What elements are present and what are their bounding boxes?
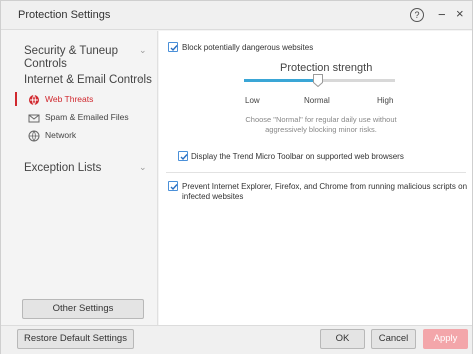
category-exception-lists[interactable]: Exception Lists (24, 162, 101, 175)
close-icon[interactable]: × (456, 6, 464, 21)
active-indicator (15, 92, 17, 106)
slider-thumb[interactable] (313, 74, 323, 87)
sidebar-item-label: Web Threats (45, 94, 94, 104)
slider-fill (244, 79, 320, 82)
sidebar-item-label: Spam & Emailed Files (45, 112, 129, 122)
strength-low-label: Low (245, 96, 260, 105)
window-title: Protection Settings (18, 9, 111, 21)
chevron-up-icon[interactable]: ^ (139, 76, 143, 86)
divider (166, 172, 466, 173)
chevron-down-icon[interactable]: ⌄ (139, 162, 147, 173)
checkmark-icon (180, 154, 188, 161)
checkmark-icon (170, 45, 178, 52)
help-icon[interactable]: ? (410, 8, 424, 22)
protection-strength-title: Protection strength (280, 62, 373, 74)
block-websites-checkbox[interactable] (168, 42, 178, 52)
title-bar: Protection Settings ? − × (1, 1, 472, 30)
other-settings-button[interactable]: Other Settings (22, 299, 144, 319)
strength-high-label: High (377, 96, 394, 105)
strength-description: Choose "Normal" for regular daily use wi… (245, 115, 397, 134)
restore-defaults-button[interactable]: Restore Default Settings (17, 329, 134, 349)
sidebar-item-network[interactable]: Network (28, 127, 76, 143)
chevron-down-icon[interactable]: ⌄ (139, 45, 147, 56)
envelope-icon (28, 112, 40, 124)
network-icon (28, 130, 40, 142)
globe-shield-icon (28, 94, 40, 106)
minimize-icon[interactable]: − (438, 7, 446, 22)
apply-button[interactable]: Apply (423, 329, 468, 349)
category-security-tuneup[interactable]: Security & Tuneup Controls (24, 45, 118, 71)
scripts-label: Prevent Internet Explorer, Firefox, and … (182, 182, 468, 201)
cancel-button[interactable]: Cancel (371, 329, 416, 349)
scripts-checkbox[interactable] (168, 181, 178, 191)
ok-button[interactable]: OK (320, 329, 365, 349)
strength-normal-label: Normal (304, 96, 330, 105)
protection-settings-window: Protection Settings ? − × Security & Tun… (0, 0, 473, 354)
category-internet-email[interactable]: Internet & Email Controls (24, 74, 152, 87)
sidebar-item-label: Network (45, 130, 77, 140)
sidebar-item-spam[interactable]: Spam & Emailed Files (28, 109, 129, 125)
checkmark-icon (170, 184, 178, 191)
toolbar-label: Display the Trend Micro Toolbar on suppo… (191, 152, 404, 161)
toolbar-checkbox[interactable] (178, 151, 188, 161)
block-websites-label: Block potentially dangerous websites (182, 43, 314, 52)
sidebar-item-web-threats[interactable]: Web Threats (28, 91, 93, 107)
